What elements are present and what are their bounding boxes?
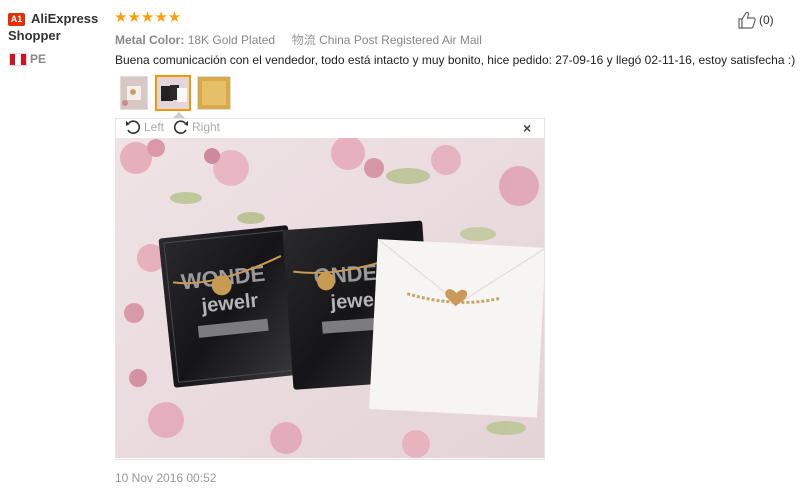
helpful-count: (0): [759, 13, 774, 27]
metal-color-value: 18K Gold Plated: [187, 33, 276, 47]
review-date: 10 Nov 2016 00:52: [115, 471, 217, 485]
rotate-left-icon: [126, 120, 141, 134]
package-sub-2: jewe: [329, 289, 375, 314]
review-thumbnail-1[interactable]: [120, 76, 148, 110]
star-rating: ★★★★★: [114, 9, 182, 26]
rotate-right-icon: [173, 120, 188, 134]
rotate-right-label: Right: [192, 120, 221, 134]
review-thumbnail-2[interactable]: [155, 75, 191, 111]
review-photo: WONDE jewelr ONDE jewe: [116, 138, 544, 458]
shipping-method: China Post Registered Air Mail: [319, 33, 482, 47]
review-thumbnail-3[interactable]: [197, 76, 231, 110]
shipping-icon: 物流: [291, 33, 316, 47]
buyer-country: PE: [30, 52, 47, 66]
rotate-left-label: Left: [144, 120, 165, 134]
buyer-name-line2: Shopper: [8, 28, 61, 43]
rotate-right-button[interactable]: Right: [172, 119, 220, 135]
close-viewer-button[interactable]: ×: [523, 120, 531, 136]
order-info: Metal Color: 18K Gold Plated 物流 China Po…: [115, 31, 482, 48]
thumbs-up-icon: [738, 11, 756, 29]
review-text: Buena comunicación con el vendedor, todo…: [115, 53, 796, 67]
helpful-button[interactable]: (0): [737, 11, 774, 29]
peru-flag-icon: [9, 53, 27, 66]
metal-color-label: Metal Color:: [115, 33, 185, 47]
buyer-level-badge: A1: [8, 13, 25, 26]
rotate-left-button[interactable]: Left: [124, 119, 164, 135]
buyer-name: AliExpress: [31, 11, 99, 26]
